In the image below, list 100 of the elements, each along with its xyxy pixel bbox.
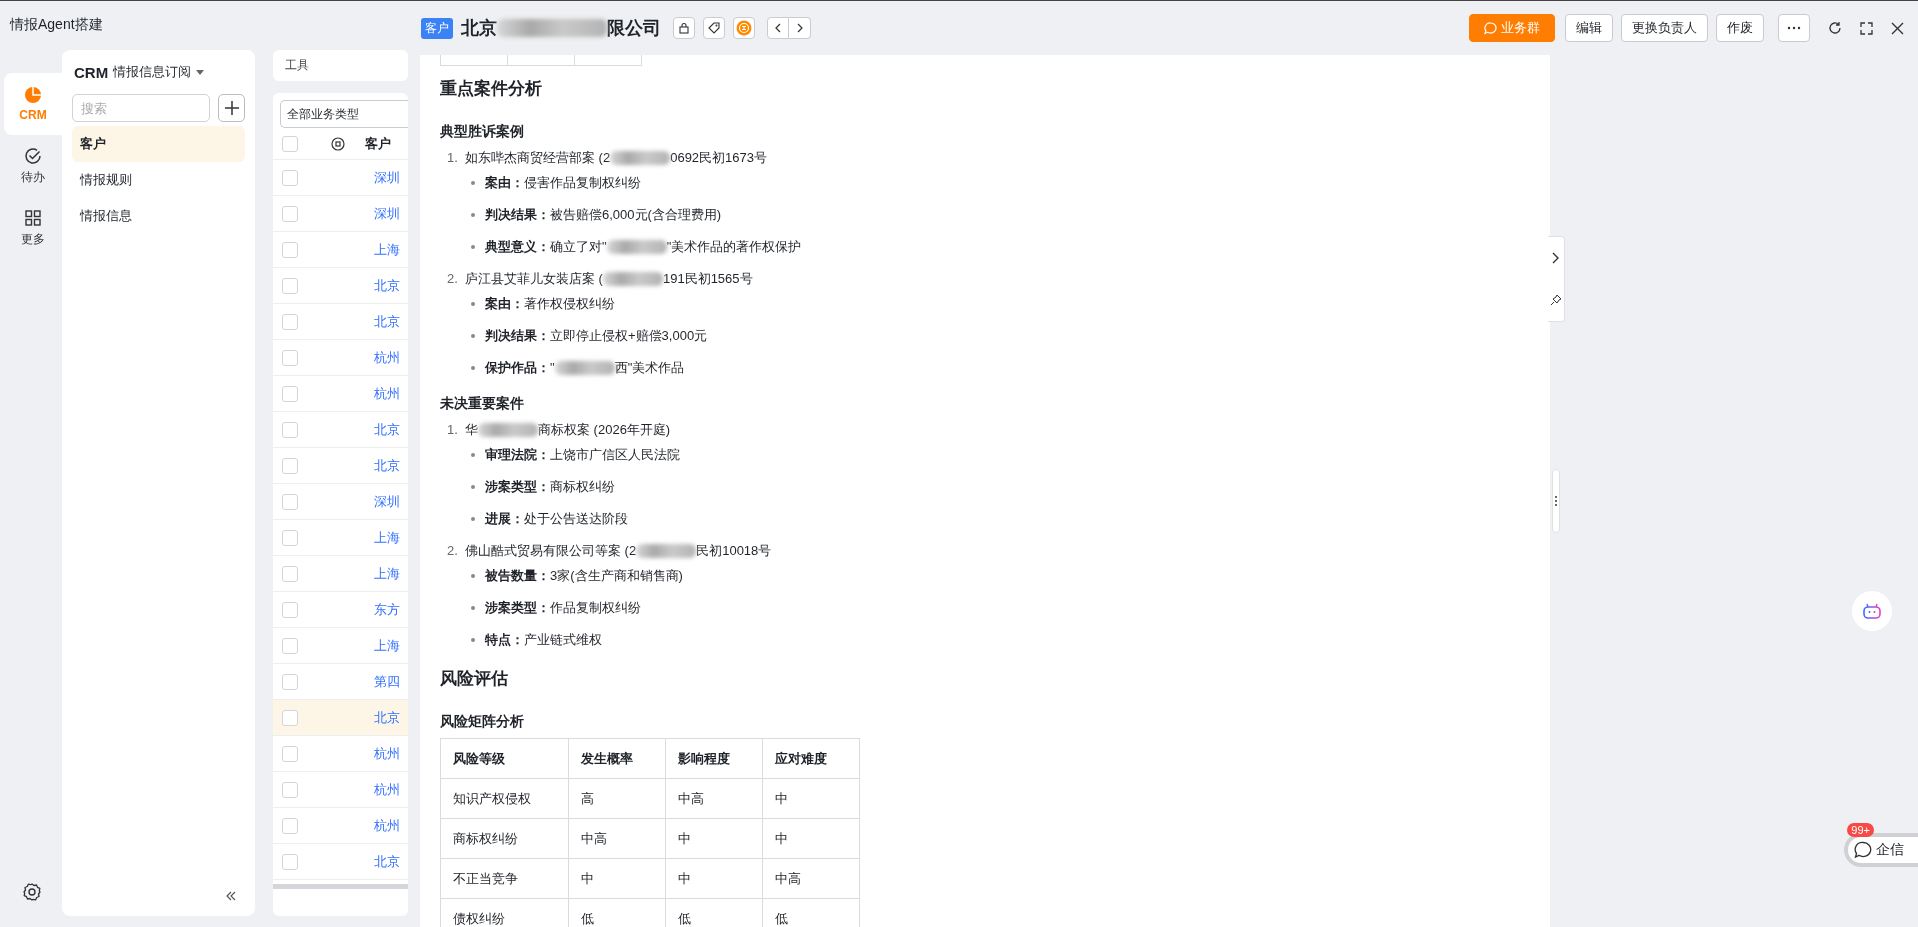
checkbox[interactable] (282, 673, 298, 690)
checkbox[interactable] (282, 529, 298, 546)
close-icon[interactable] (1891, 21, 1904, 35)
customer-link[interactable]: 上海 (374, 240, 400, 259)
case-title: 民初10018号 (696, 542, 772, 560)
search-field[interactable]: 搜索 (72, 94, 210, 122)
checkbox[interactable] (282, 601, 298, 618)
coin-button[interactable] (733, 17, 755, 39)
customer-link[interactable]: 东方 (374, 600, 400, 619)
rail-item[interactable]: CRM (4, 73, 62, 135)
table-row[interactable]: 深圳 (273, 484, 408, 520)
checkbox[interactable] (282, 349, 298, 366)
customer-link[interactable]: 北京 (374, 708, 400, 727)
customer-link[interactable]: 北京 (374, 456, 400, 475)
table-row[interactable]: 杭州 (273, 736, 408, 772)
checkbox[interactable] (282, 277, 298, 294)
customer-link[interactable]: 上海 (374, 528, 400, 547)
checkbox[interactable] (282, 565, 298, 582)
action-button[interactable]: 作废 (1716, 14, 1764, 42)
more-button[interactable] (1778, 14, 1810, 42)
table-cell: 商标权纠纷 (440, 818, 569, 859)
checkbox[interactable] (282, 457, 298, 474)
nav-item[interactable]: 客户 (72, 126, 245, 162)
assistant-button[interactable] (1852, 591, 1892, 631)
table-row[interactable]: 北京 (273, 412, 408, 448)
checkbox[interactable] (282, 313, 298, 330)
customer-link[interactable]: 第四 (374, 672, 400, 691)
checkbox[interactable] (282, 169, 298, 186)
customer-link[interactable]: 杭州 (374, 744, 400, 763)
scrollbar[interactable] (273, 884, 408, 889)
group-chat-button[interactable]: 业务群 (1469, 14, 1555, 42)
customer-link[interactable]: 杭州 (374, 816, 400, 835)
customer-link[interactable]: 北京 (374, 852, 400, 871)
checkbox[interactable] (282, 853, 298, 870)
customer-link[interactable]: 北京 (374, 312, 400, 331)
customer-link[interactable]: 上海 (374, 564, 400, 583)
next-button[interactable] (789, 17, 811, 39)
caret-icon[interactable] (196, 69, 205, 75)
lock-button[interactable] (673, 17, 695, 39)
table-row[interactable]: 北京 (273, 844, 408, 880)
tag-button[interactable] (703, 17, 725, 39)
customer-link[interactable]: 杭州 (374, 384, 400, 403)
table-row[interactable]: 杭州 (273, 376, 408, 412)
rail-item[interactable]: 更多 (4, 197, 62, 259)
detail-text: 审理法院：上饶市广信区人民法院 (485, 446, 680, 464)
rail-item[interactable]: 待办 (4, 135, 62, 197)
table-cell: 不正当竞争 (440, 858, 569, 899)
table-row[interactable]: 上海 (273, 232, 408, 268)
customer-link[interactable]: 北京 (374, 420, 400, 439)
checkbox[interactable] (282, 385, 298, 402)
table-row[interactable]: 深圳 (273, 160, 408, 196)
table-row[interactable]: 上海 (273, 556, 408, 592)
checkbox[interactable] (282, 817, 298, 834)
table-row[interactable]: 东方 (273, 592, 408, 628)
nav-item[interactable]: 情报信息 (72, 198, 245, 234)
customer-link[interactable]: 杭州 (374, 780, 400, 799)
detail-text: 进展：处于公告送达阶段 (485, 510, 628, 528)
customer-link[interactable]: 深圳 (374, 168, 400, 187)
previous-button[interactable] (767, 17, 789, 39)
customer-link[interactable]: 杭州 (374, 348, 400, 367)
checkbox[interactable] (282, 421, 298, 438)
table-row[interactable]: 杭州 (273, 772, 408, 808)
case-title: 如东哔杰商贸经营部案 (2 (465, 149, 611, 167)
target-icon[interactable] (331, 136, 345, 151)
table-row[interactable]: 深圳 (273, 196, 408, 232)
action-button[interactable]: 更换负责人 (1621, 14, 1708, 42)
action-button[interactable]: 编辑 (1565, 14, 1613, 42)
refresh-icon[interactable] (1828, 21, 1842, 35)
table-row[interactable]: 杭州 (273, 340, 408, 376)
table-row[interactable]: 上海 (273, 520, 408, 556)
checkbox[interactable] (282, 241, 298, 258)
checkbox[interactable] (282, 493, 298, 510)
subscription-dropdown[interactable]: 情报信息订阅 (113, 63, 192, 81)
fullscreen-icon[interactable] (1860, 21, 1873, 35)
resize-handle[interactable] (1552, 469, 1560, 533)
table-row[interactable]: 北京 (273, 268, 408, 304)
collapse-icon[interactable] (225, 890, 237, 902)
table-row[interactable]: 北京 (273, 448, 408, 484)
toolbar-label: 工具 (285, 57, 309, 74)
pin-icon[interactable] (1550, 294, 1562, 306)
checkbox[interactable] (282, 709, 298, 726)
table-row[interactable]: 上海 (273, 628, 408, 664)
add-button[interactable] (218, 94, 245, 122)
checkbox[interactable] (282, 781, 298, 798)
customer-link[interactable]: 上海 (374, 636, 400, 655)
table-row[interactable]: 杭州 (273, 808, 408, 844)
checkbox[interactable] (282, 745, 298, 762)
settings-icon[interactable] (22, 882, 42, 902)
checkbox[interactable] (282, 637, 298, 654)
customer-link[interactable]: 深圳 (374, 492, 400, 511)
customer-link[interactable]: 北京 (374, 276, 400, 295)
nav-item[interactable]: 情报规则 (72, 162, 245, 198)
checkbox[interactable] (282, 205, 298, 222)
table-row[interactable]: 北京 (273, 700, 408, 736)
redaction-blur (554, 361, 615, 375)
chat-button[interactable]: 企信 (1844, 833, 1918, 867)
business-type-select[interactable]: 全部业务类型 (280, 100, 408, 128)
checkbox[interactable] (282, 135, 298, 152)
customer-link[interactable]: 深圳 (374, 204, 400, 223)
table-row[interactable]: 北京 (273, 304, 408, 340)
